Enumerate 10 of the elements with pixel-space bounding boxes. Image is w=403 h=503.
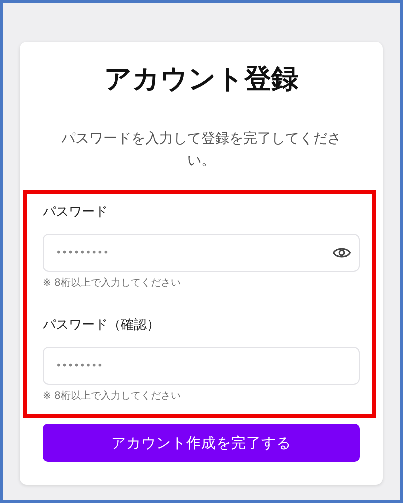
- field-hint: ※ 8桁以上で入力してください: [43, 390, 182, 404]
- field-label: パスワード（確認）: [43, 317, 161, 335]
- eye-icon[interactable]: [333, 246, 351, 260]
- field-label: パスワード: [43, 204, 109, 222]
- submit-button[interactable]: アカウント作成を完了する: [43, 424, 360, 462]
- password-field[interactable]: •••••••••: [43, 234, 360, 272]
- field-hint: ※ 8桁以上で入力してください: [43, 277, 182, 291]
- page-title: アカウント登録: [104, 63, 298, 97]
- password-field[interactable]: ••••••••: [43, 347, 360, 385]
- subtitle: パスワードを入力して登録を完了してください。: [60, 130, 342, 171]
